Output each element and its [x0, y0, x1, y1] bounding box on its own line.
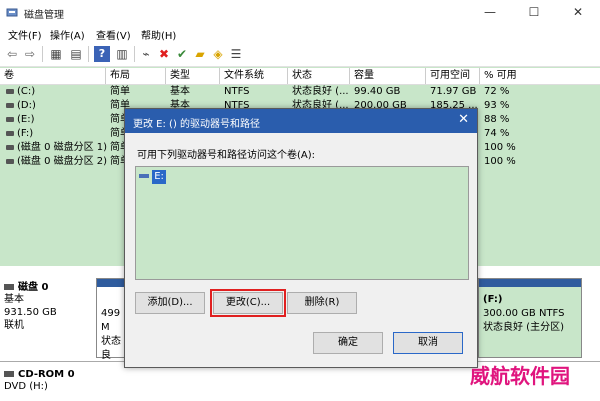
partition-status: 状态良好 (主分区) [483, 322, 564, 333]
toolbar-separator [134, 46, 135, 62]
partition-f[interactable]: (F:) 300.00 GB NTFS 状态良好 (主分区) [478, 278, 582, 358]
dialog-close-icon[interactable]: ✕ [458, 112, 469, 127]
cdrom-drive: DVD (H:) [4, 381, 48, 392]
ok-button[interactable]: 确定 [313, 332, 383, 354]
menu-action[interactable]: 操作(A) [50, 27, 85, 42]
volume-name: (磁盘 0 磁盘分区 2) [17, 156, 108, 167]
cdrom-icon [4, 371, 14, 377]
column-type[interactable]: 类型 [166, 68, 220, 84]
volume-percent: 100 % [484, 142, 516, 153]
volume-name: (D:) [17, 100, 36, 111]
volume-capacity: 99.40 GB [354, 86, 401, 97]
search-folder-icon[interactable]: ◈ [210, 46, 226, 62]
volume-name: (F:) [17, 128, 34, 139]
partition-size: 300.00 GB NTFS [483, 308, 565, 319]
volume-layout: 简单 [110, 86, 130, 97]
list-item[interactable]: E: [139, 170, 166, 184]
volume-percent: 93 % [484, 100, 510, 111]
dialog-title-bar: 更改 E: () 的驱动器号和路径 ✕ [125, 109, 477, 133]
remove-button[interactable]: 删除(R) [287, 292, 357, 314]
disk-0-info[interactable]: 磁盘 0 基本 931.50 GB 联机 [4, 278, 92, 332]
dialog-title: 更改 E: () 的驱动器号和路径 [133, 119, 261, 130]
maximize-button[interactable]: ☐ [512, 0, 556, 24]
help-icon[interactable]: ? [94, 46, 110, 62]
menu-bar: 文件(F) 操作(A) 查看(V) 帮助(H) [0, 24, 600, 42]
disk-type: 基本 [4, 294, 24, 305]
connect-icon[interactable]: ⌁ [138, 46, 154, 62]
title-bar: 磁盘管理 — ☐ ✕ [0, 0, 600, 24]
disk-icon [4, 284, 14, 290]
volume-row[interactable]: (C:) 简单 基本 NTFS 状态良好 (... 99.40 GB 71.97… [0, 85, 600, 99]
checklist-icon[interactable]: ✔ [174, 46, 190, 62]
volume-percent: 100 % [484, 156, 516, 167]
volume-name: (磁盘 0 磁盘分区 1) [17, 142, 108, 153]
column-layout[interactable]: 布局 [106, 68, 166, 84]
volume-icon [6, 144, 14, 150]
folder-icon[interactable]: ▰ [192, 46, 208, 62]
partition-status: 状态良 [101, 336, 121, 361]
forward-arrow-icon[interactable]: ⇨ [22, 46, 38, 62]
delete-icon[interactable]: ✖ [156, 46, 172, 62]
volume-icon [6, 158, 14, 164]
console-tree-icon[interactable]: ▦ [48, 46, 64, 62]
volume-type: 基本 [170, 86, 190, 97]
column-status[interactable]: 状态 [288, 68, 350, 84]
dialog-instructions: 可用下列驱动器号和路径访问这个卷(A): [137, 150, 316, 161]
close-button[interactable]: ✕ [556, 0, 600, 24]
partition-name: (F:) [483, 294, 503, 305]
toolbar: ⇦ ⇨ ▦ ▤ ? ▥ ⌁ ✖ ✔ ▰ ◈ ☰ [0, 42, 600, 67]
volume-status: 状态良好 (... [292, 86, 349, 97]
toolbar-separator [42, 46, 43, 62]
window-title: 磁盘管理 [24, 10, 64, 21]
properties-icon[interactable]: ▤ [68, 46, 84, 62]
list-item-label: E: [152, 170, 166, 184]
toolbar-separator [88, 46, 89, 62]
change-button[interactable]: 更改(C)... [210, 289, 286, 317]
menu-file[interactable]: 文件(F) [8, 27, 42, 42]
column-percent-free[interactable]: % 可用 [480, 68, 600, 84]
volume-filesystem: NTFS [224, 86, 250, 97]
volume-list-header: 卷 布局 类型 文件系统 状态 容量 可用空间 % 可用 [0, 68, 600, 85]
volume-percent: 88 % [484, 114, 510, 125]
cdrom-label: CD-ROM 0 [18, 369, 75, 380]
drive-icon [139, 174, 149, 178]
disk-label: 磁盘 0 [18, 282, 49, 293]
volume-name: (C:) [17, 86, 36, 97]
change-drive-letter-dialog: 更改 E: () 的驱动器号和路径 ✕ 可用下列驱动器号和路径访问这个卷(A):… [124, 108, 478, 368]
minimize-button[interactable]: — [468, 0, 512, 24]
details-icon[interactable]: ☰ [228, 46, 244, 62]
volume-name: (E:) [17, 114, 35, 125]
volume-icon [6, 88, 14, 94]
watermark-text: 威航软件园 [470, 364, 570, 388]
volume-percent: 72 % [484, 86, 510, 97]
menu-help[interactable]: 帮助(H) [141, 27, 176, 42]
disk-management-icon [6, 8, 18, 17]
volume-icon [6, 116, 14, 122]
volume-icon [6, 130, 14, 136]
column-free-space[interactable]: 可用空间 [426, 68, 480, 84]
volume-icon [6, 102, 14, 108]
column-capacity[interactable]: 容量 [350, 68, 426, 84]
cdrom-0-info[interactable]: CD-ROM 0 DVD (H:) [4, 369, 92, 393]
drive-path-list[interactable]: E: [135, 166, 469, 280]
add-button[interactable]: 添加(D)... [135, 292, 205, 314]
back-arrow-icon[interactable]: ⇦ [4, 46, 20, 62]
disk-status: 联机 [4, 320, 24, 331]
view-icon[interactable]: ▥ [114, 46, 130, 62]
partition-size: 499 M [101, 308, 121, 333]
volume-free: 71.97 GB [430, 86, 477, 97]
column-filesystem[interactable]: 文件系统 [220, 68, 288, 84]
column-volume[interactable]: 卷 [0, 68, 106, 84]
menu-view[interactable]: 查看(V) [96, 27, 131, 42]
disk-size: 931.50 GB [4, 307, 57, 318]
volume-percent: 74 % [484, 128, 510, 139]
cancel-button[interactable]: 取消 [393, 332, 463, 354]
